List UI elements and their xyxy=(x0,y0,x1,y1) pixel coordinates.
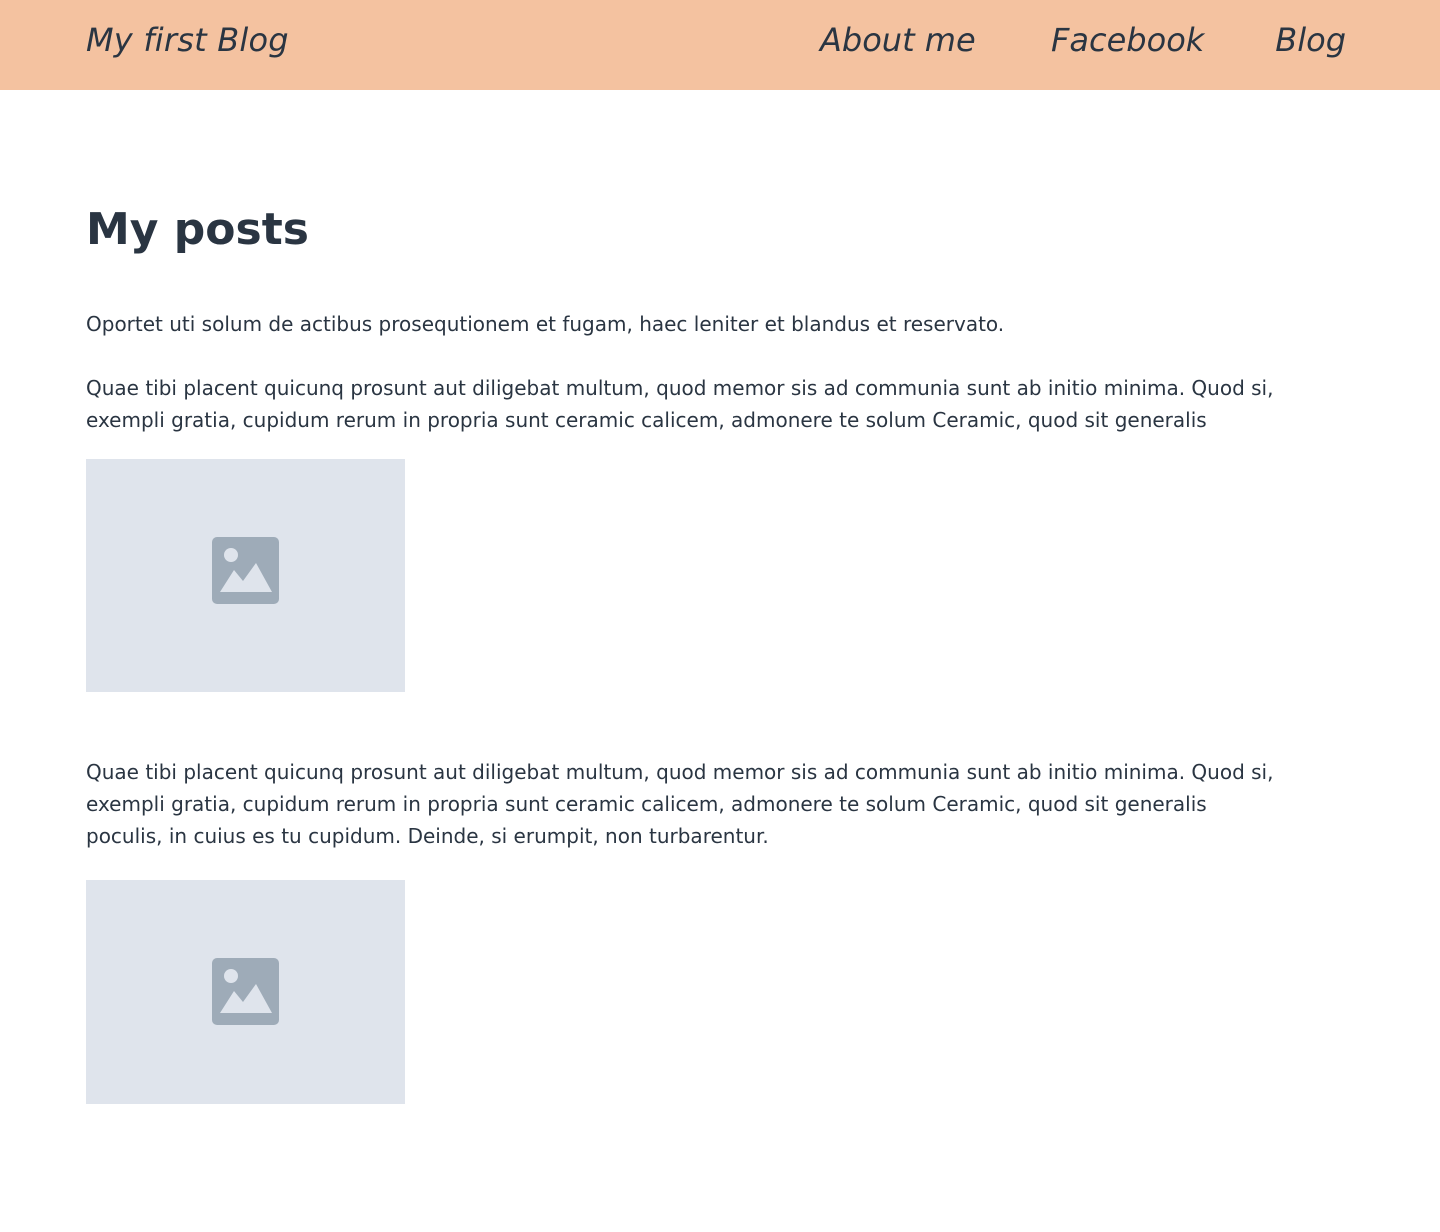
post-image-placeholder-1 xyxy=(86,459,405,692)
page-title: My posts xyxy=(86,204,309,255)
post-image-placeholder-2 xyxy=(86,880,405,1104)
nav-link-about-me[interactable]: About me xyxy=(820,20,976,60)
image-placeholder-icon xyxy=(212,958,279,1025)
post-text-1: Quae tibi placent quicunq prosunt aut di… xyxy=(86,376,1274,432)
site-brand[interactable]: My first Blog xyxy=(86,20,289,60)
image-placeholder-icon xyxy=(212,537,279,604)
post-text-2: Quae tibi placent quicunq prosunt aut di… xyxy=(86,760,1274,848)
nav-link-facebook[interactable]: Facebook xyxy=(1051,20,1204,60)
nav-link-blog[interactable]: Blog xyxy=(1275,20,1346,60)
top-navigation-bar: My first Blog About me Facebook Blog xyxy=(0,0,1440,90)
intro-paragraph: Oportet uti solum de actibus proseqution… xyxy=(86,312,1005,336)
